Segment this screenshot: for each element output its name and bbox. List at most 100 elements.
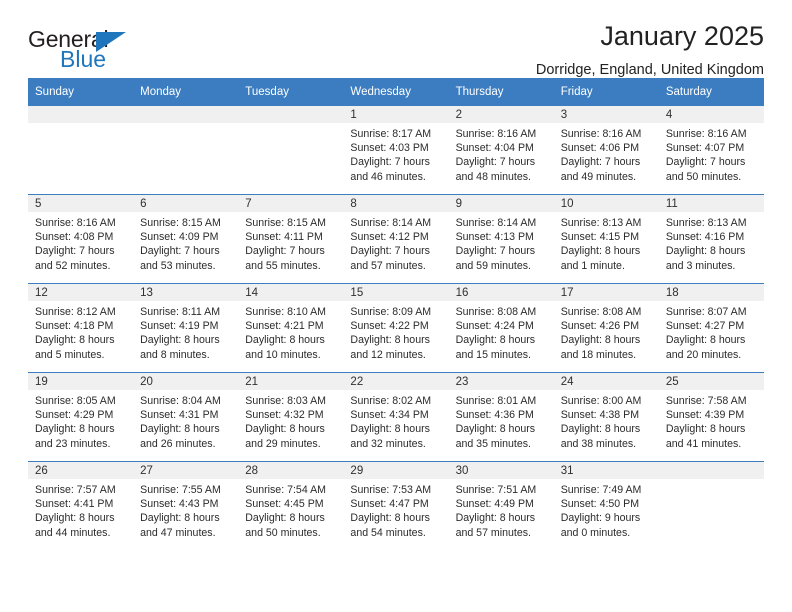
calendar-day-cell[interactable]: 6 Sunrise: 8:15 AM Sunset: 4:09 PM Daylight… — [133, 194, 239, 284]
calendar-day-cell[interactable]: 13 Sunrise: 8:11 AM Sunset: 4:19 PM Dayligh… — [133, 283, 239, 373]
day-cell-inner — [658, 462, 764, 550]
calendar-day-cell[interactable]: 15 Sunrise: 8:09 AM Sunset: 4:22 PM Dayligh… — [343, 283, 449, 373]
day-cell-inner: 28 Sunrise: 7:54 AM Sunset: 4:45 PM Dayligh… — [238, 462, 344, 550]
daylight-text: Daylight: 8 hours — [350, 423, 430, 436]
calendar-day-cell[interactable]: 4 Sunrise: 8:16 AM Sunset: 4:07 PM Daylight… — [658, 106, 764, 195]
sunset-text: Sunset: 4:43 PM — [140, 498, 219, 511]
calendar-day-cell[interactable]: 14 Sunrise: 8:10 AM Sunset: 4:21 PM Dayligh… — [238, 283, 344, 373]
sunset-text: Sunset: 4:07 PM — [665, 142, 745, 155]
day-number: 2 — [448, 106, 554, 123]
calendar-day-cell[interactable]: 5 Sunrise: 8:16 AM Sunset: 4:08 PM Daylight… — [28, 194, 134, 284]
calendar-day-cell[interactable]: 7 Sunrise: 8:15 AM Sunset: 4:11 PM Daylight… — [238, 194, 344, 284]
daylight-text-cont: and 0 minutes. — [560, 526, 631, 539]
daylight-text-cont: and 57 minutes. — [350, 259, 426, 272]
sunset-text: Sunset: 4:32 PM — [245, 409, 324, 422]
sunset-text: Sunset: 4:49 PM — [455, 498, 534, 511]
day-sun-info: Sunrise: 8:08 AM Sunset: 4:26 PM Daylight:… — [554, 301, 659, 362]
daylight-text: Daylight: 8 hours — [455, 334, 536, 347]
day-sun-info: Sunrise: 8:00 AM Sunset: 4:38 PM Daylight:… — [554, 390, 659, 451]
weekday-header-friday: Friday — [553, 78, 659, 106]
sunset-text: Sunset: 4:26 PM — [560, 320, 640, 333]
day-sun-info: Sunrise: 8:12 AM Sunset: 4:18 PM Daylight:… — [28, 301, 133, 362]
daylight-text-cont: and 55 minutes. — [245, 259, 321, 272]
sunrise-text: Sunrise: 7:57 AM — [35, 484, 116, 496]
calendar-day-cell[interactable]: 10 Sunrise: 8:13 AM Sunset: 4:15 PM Dayligh… — [553, 194, 659, 284]
sunset-text: Sunset: 4:16 PM — [665, 231, 745, 244]
sunrise-text: Sunrise: 8:05 AM — [35, 395, 116, 407]
day-sun-info: Sunrise: 7:51 AM Sunset: 4:49 PM Daylight:… — [449, 479, 554, 540]
sunrise-text: Sunrise: 8:00 AM — [560, 395, 642, 407]
day-sun-info: Sunrise: 8:15 AM Sunset: 4:11 PM Daylight:… — [238, 212, 343, 273]
day-cell-inner — [133, 106, 239, 194]
day-cell-inner: 5 Sunrise: 8:16 AM Sunset: 4:08 PM Daylight… — [28, 195, 134, 283]
calendar-header-row: Sunday Monday Tuesday Wednesday Thursday Frid… — [28, 78, 764, 106]
sunrise-text: Sunrise: 8:16 AM — [560, 128, 642, 140]
weekday-header-thursday: Thursday — [448, 78, 554, 106]
calendar-day-cell[interactable]: 18 Sunrise: 8:07 AM Sunset: 4:27 PM Dayligh… — [658, 283, 764, 373]
sunset-text: Sunset: 4:18 PM — [35, 320, 114, 333]
calendar-day-cell[interactable]: 29 Sunrise: 7:53 AM Sunset: 4:47 PM Dayligh… — [343, 461, 449, 550]
day-number: 8 — [343, 195, 449, 212]
daylight-text-cont: and 54 minutes. — [350, 526, 426, 539]
calendar-day-cell[interactable]: 30 Sunrise: 7:51 AM Sunset: 4:49 PM Dayligh… — [448, 461, 554, 550]
sunrise-text: Sunrise: 8:14 AM — [455, 217, 537, 229]
daylight-text-cont: and 26 minutes. — [140, 437, 216, 450]
calendar-cell-empty — [133, 106, 239, 195]
daylight-text: Daylight: 8 hours — [140, 423, 220, 436]
sunrise-text: Sunrise: 8:13 AM — [665, 217, 747, 229]
calendar-day-cell[interactable]: 8 Sunrise: 8:14 AM Sunset: 4:12 PM Daylight… — [343, 194, 449, 284]
calendar-day-cell[interactable]: 11 Sunrise: 8:13 AM Sunset: 4:16 PM Dayligh… — [658, 194, 764, 284]
daylight-text-cont: and 50 minutes. — [665, 170, 742, 183]
calendar-day-cell[interactable]: 17 Sunrise: 8:08 AM Sunset: 4:26 PM Dayligh… — [553, 283, 659, 373]
calendar-day-cell[interactable]: 31 Sunrise: 7:49 AM Sunset: 4:50 PM Dayligh… — [553, 461, 659, 550]
day-sun-info: Sunrise: 8:15 AM Sunset: 4:09 PM Daylight:… — [133, 212, 238, 273]
calendar-day-cell[interactable]: 1 Sunrise: 8:17 AM Sunset: 4:03 PM Daylight… — [343, 106, 449, 195]
general-blue-logo: General Blue — [28, 28, 148, 74]
daylight-text-cont: and 50 minutes. — [245, 526, 321, 539]
sunrise-text: Sunrise: 8:02 AM — [350, 395, 432, 407]
calendar-day-cell[interactable]: 12 Sunrise: 8:12 AM Sunset: 4:18 PM Dayligh… — [28, 283, 134, 373]
day-number: 30 — [448, 462, 554, 479]
daylight-text: Daylight: 7 hours — [665, 156, 746, 169]
calendar-day-cell[interactable]: 3 Sunrise: 8:16 AM Sunset: 4:06 PM Daylight… — [553, 106, 659, 195]
calendar-day-cell[interactable]: 27 Sunrise: 7:55 AM Sunset: 4:43 PM Dayligh… — [133, 461, 239, 550]
day-cell-inner: 19 Sunrise: 8:05 AM Sunset: 4:29 PM Dayligh… — [28, 373, 134, 461]
sunrise-text: Sunrise: 8:17 AM — [350, 128, 432, 140]
day-number: 7 — [238, 195, 344, 212]
daylight-text: Daylight: 8 hours — [350, 334, 430, 347]
calendar-day-cell[interactable]: 2 Sunrise: 8:16 AM Sunset: 4:04 PM Daylight… — [448, 106, 554, 195]
day-sun-info — [238, 123, 343, 127]
sunset-text: Sunset: 4:09 PM — [140, 231, 219, 244]
daylight-text-cont: and 52 minutes. — [35, 259, 111, 272]
daylight-text-cont: and 48 minutes. — [455, 170, 531, 183]
calendar-week-row: 19 Sunrise: 8:05 AM Sunset: 4:29 PM Dayligh… — [28, 372, 764, 462]
sunrise-text: Sunrise: 8:14 AM — [350, 217, 432, 229]
day-number: 18 — [658, 284, 764, 301]
day-number: 4 — [658, 106, 764, 123]
calendar-day-cell[interactable]: 28 Sunrise: 7:54 AM Sunset: 4:45 PM Dayligh… — [238, 461, 344, 550]
day-number: 13 — [133, 284, 239, 301]
sunrise-text: Sunrise: 7:51 AM — [455, 484, 537, 496]
calendar-day-cell[interactable]: 25 Sunrise: 7:58 AM Sunset: 4:39 PM Dayligh… — [658, 372, 764, 462]
calendar-day-cell[interactable]: 19 Sunrise: 8:05 AM Sunset: 4:29 PM Dayligh… — [28, 372, 134, 462]
calendar-day-cell[interactable]: 9 Sunrise: 8:14 AM Sunset: 4:13 PM Daylight… — [448, 194, 554, 284]
day-cell-inner: 26 Sunrise: 7:57 AM Sunset: 4:41 PM Dayligh… — [28, 462, 134, 550]
day-sun-info: Sunrise: 8:01 AM Sunset: 4:36 PM Daylight:… — [449, 390, 554, 451]
calendar-day-cell[interactable]: 20 Sunrise: 8:04 AM Sunset: 4:31 PM Dayligh… — [133, 372, 239, 462]
day-cell-inner: 8 Sunrise: 8:14 AM Sunset: 4:12 PM Daylight… — [343, 195, 449, 283]
calendar-day-cell[interactable]: 24 Sunrise: 8:00 AM Sunset: 4:38 PM Dayligh… — [553, 372, 659, 462]
daylight-text: Daylight: 7 hours — [350, 156, 430, 169]
day-cell-inner — [238, 106, 344, 194]
calendar-day-cell[interactable]: 23 Sunrise: 8:01 AM Sunset: 4:36 PM Dayligh… — [448, 372, 554, 462]
logo-blue-text: Blue — [60, 46, 107, 72]
calendar-day-cell[interactable]: 26 Sunrise: 7:57 AM Sunset: 4:41 PM Dayligh… — [28, 461, 134, 550]
calendar-day-cell[interactable]: 16 Sunrise: 8:08 AM Sunset: 4:24 PM Dayligh… — [448, 283, 554, 373]
day-cell-inner: 30 Sunrise: 7:51 AM Sunset: 4:49 PM Dayligh… — [448, 462, 554, 550]
day-sun-info: Sunrise: 8:07 AM Sunset: 4:27 PM Daylight:… — [659, 301, 764, 362]
daylight-text-cont: and 32 minutes. — [350, 437, 426, 450]
daylight-text: Daylight: 8 hours — [35, 512, 115, 525]
day-cell-inner: 16 Sunrise: 8:08 AM Sunset: 4:24 PM Dayligh… — [448, 284, 554, 372]
daylight-text-cont: and 10 minutes. — [245, 348, 321, 361]
calendar-day-cell[interactable]: 22 Sunrise: 8:02 AM Sunset: 4:34 PM Dayligh… — [343, 372, 449, 462]
calendar-day-cell[interactable]: 21 Sunrise: 8:03 AM Sunset: 4:32 PM Dayligh… — [238, 372, 344, 462]
